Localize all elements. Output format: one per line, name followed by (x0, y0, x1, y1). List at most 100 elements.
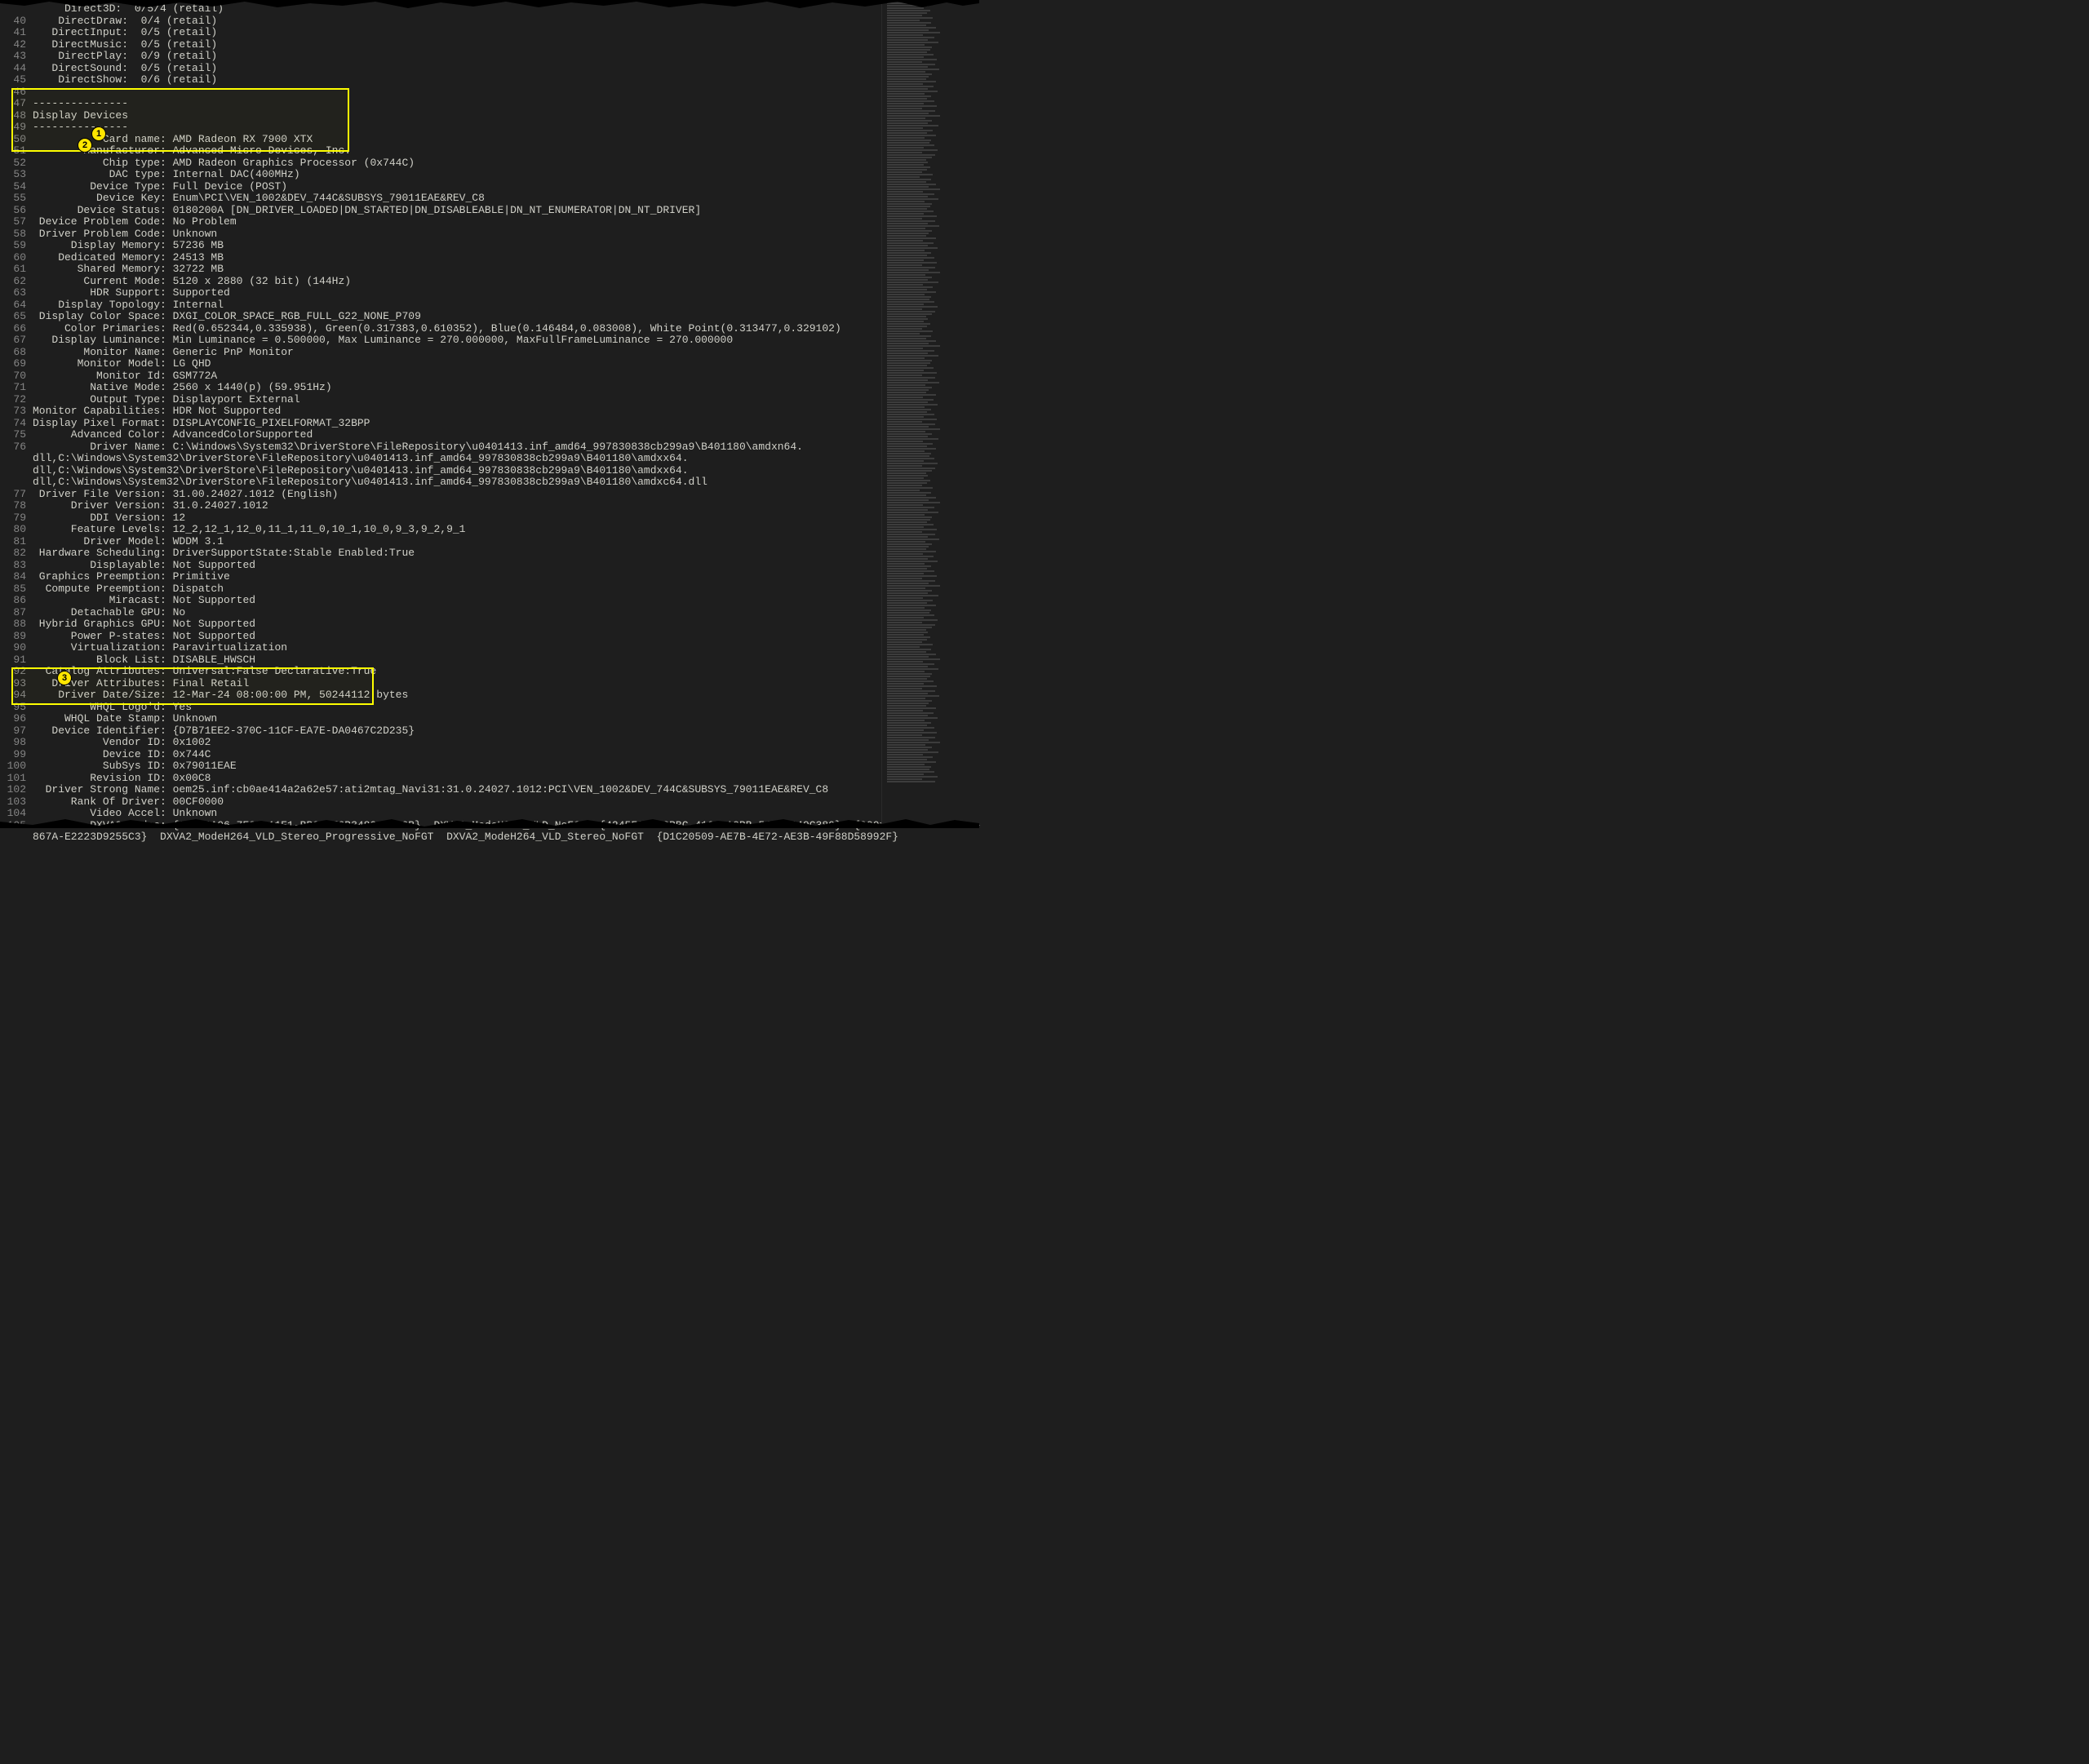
minimap-line (887, 233, 929, 234)
minimap-line (887, 44, 925, 46)
minimap-line (887, 110, 935, 112)
minimap-line (887, 223, 928, 224)
minimap-line (887, 739, 929, 741)
minimap-line (887, 463, 938, 464)
code-line: Shared Memory: 32722 MB (33, 264, 981, 276)
minimap-line (887, 277, 932, 278)
minimap-line (887, 585, 940, 587)
minimap-line (887, 296, 931, 298)
code-line: Driver Strong Name: oem25.inf:cb0ae414a2… (33, 784, 981, 796)
minimap-line (887, 499, 929, 501)
minimap-line (887, 411, 927, 413)
minimap-line (887, 702, 929, 704)
code-line: Direct3D: 0/5/4 (retail) (33, 3, 981, 16)
minimap-line (887, 769, 929, 770)
minimap-line (887, 162, 928, 163)
code-line: Display Color Space: DXGI_COLOR_SPACE_RG… (33, 311, 981, 323)
code-line: Driver Attributes: Final Retail (33, 678, 981, 690)
minimap-line (887, 382, 939, 383)
minimap-line (887, 350, 934, 352)
code-line: Device ID: 0x744C (33, 749, 981, 761)
code-line: SubSys ID: 0x79011EAE (33, 760, 981, 773)
line-number: 65 (0, 311, 26, 323)
minimap-line (887, 514, 925, 516)
line-number (0, 465, 26, 477)
minimap-line (887, 196, 928, 197)
line-number: 41 (0, 27, 26, 39)
minimap-line (887, 404, 938, 406)
minimap-line (887, 764, 925, 765)
minimap-line (887, 15, 922, 16)
minimap-line (887, 164, 924, 166)
minimap-line (887, 512, 938, 513)
minimap-line (887, 485, 922, 486)
minimap-line (887, 436, 928, 437)
line-number: 45 (0, 74, 26, 86)
line-number: 90 (0, 642, 26, 654)
minimap-line (887, 321, 924, 322)
line-number (0, 453, 26, 465)
minimap-line (887, 184, 936, 185)
line-number: 93 (0, 678, 26, 690)
minimap-line (887, 326, 927, 327)
code-line: Vendor ID: 0x1002 (33, 737, 981, 749)
minimap-line (887, 188, 940, 190)
minimap-line (887, 658, 940, 660)
minimap-line (887, 181, 926, 183)
minimap-line (887, 409, 931, 410)
minimap-line (887, 71, 925, 73)
minimap-line (887, 247, 938, 249)
minimap-line (887, 636, 930, 638)
code-line: Revision ID: 0x00C8 (33, 773, 981, 785)
code-line: Device Type: Full Device (POST) (33, 181, 981, 193)
minimap-line (887, 32, 940, 33)
minimap-line (887, 573, 924, 574)
minimap-line (887, 264, 922, 266)
code-line: dll,C:\Windows\System32\DriverStore\File… (33, 453, 981, 465)
minimap-line (887, 773, 924, 775)
code-line: Output Type: Displayport External (33, 394, 981, 406)
minimap-line (887, 776, 938, 778)
code-line: Card name: AMD Radeon RX 7900 XTX (33, 134, 981, 146)
minimap-line (887, 441, 923, 442)
minimap-line (887, 587, 925, 589)
minimap-line (887, 86, 934, 87)
minimap-line (887, 541, 925, 543)
minimap-line (887, 117, 925, 119)
line-number: 79 (0, 512, 26, 525)
minimap-line (887, 78, 926, 80)
minimap-line (887, 536, 928, 538)
line-number: 86 (0, 595, 26, 607)
minimap-line (887, 220, 935, 222)
minimap-line (887, 215, 937, 217)
line-number: 101 (0, 773, 26, 785)
minimap-line (887, 66, 928, 68)
minimap-line (887, 756, 933, 758)
line-number: 72 (0, 394, 26, 406)
minimap-line (887, 627, 932, 628)
minimap[interactable] (881, 0, 979, 827)
minimap-line (887, 450, 925, 452)
line-number: 98 (0, 737, 26, 749)
minimap-line (887, 612, 929, 614)
minimap-line (887, 401, 928, 403)
line-number: 59 (0, 240, 26, 252)
minimap-line (887, 375, 922, 376)
minimap-line (887, 678, 927, 680)
code-content[interactable]: Direct3D: 0/5/4 (retail) DirectDraw: 0/4… (33, 3, 981, 844)
minimap-line (887, 127, 923, 129)
line-number (0, 831, 26, 844)
minimap-line (887, 519, 930, 521)
minimap-line (887, 237, 936, 239)
minimap-line (887, 595, 938, 596)
minimap-line (887, 698, 925, 699)
code-editor: 4041424344454647484950515253545556575859… (0, 0, 979, 844)
line-number (0, 3, 26, 16)
minimap-line (887, 370, 924, 371)
minimap-line (887, 575, 937, 577)
minimap-line (887, 281, 938, 283)
minimap-line (887, 539, 939, 540)
minimap-line (887, 225, 939, 227)
line-number: 75 (0, 429, 26, 441)
minimap-line (887, 607, 925, 609)
